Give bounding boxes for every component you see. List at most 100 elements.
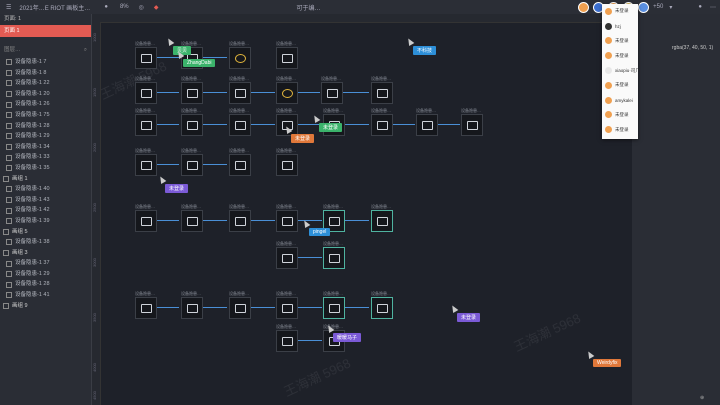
device-frame[interactable] bbox=[135, 210, 157, 232]
layer-group[interactable]: 画组 9 bbox=[0, 301, 91, 312]
device-frame[interactable] bbox=[181, 82, 203, 104]
device-frame[interactable] bbox=[276, 210, 298, 232]
layer-item[interactable]: 设备隐患-1 75 bbox=[0, 110, 91, 121]
fill-color-value[interactable]: rgba(37, 40, 50, 1) bbox=[672, 45, 713, 51]
frame-icon bbox=[6, 59, 12, 66]
avatar bbox=[605, 126, 612, 134]
zoom-controls[interactable]: ⊕ bbox=[700, 395, 704, 401]
frame-label: 设备隐患… bbox=[276, 108, 296, 113]
layer-item[interactable]: 设备隐患-1 33 bbox=[0, 152, 91, 163]
page-item-1[interactable]: 页面 1 bbox=[0, 25, 91, 37]
device-frame[interactable] bbox=[229, 82, 251, 104]
pages-header[interactable]: 页面: 1 bbox=[0, 14, 91, 25]
device-frame[interactable] bbox=[229, 154, 251, 176]
layer-search[interactable]: 图层… ⌕ bbox=[4, 45, 87, 55]
device-frame[interactable] bbox=[371, 210, 393, 232]
design-canvas[interactable]: 王海潮 5968 王海潮 5968 王海潮 5968 设备隐患… 设备隐患… 设备隐… bbox=[101, 22, 631, 405]
device-frame[interactable] bbox=[181, 297, 203, 319]
device-frame[interactable] bbox=[371, 297, 393, 319]
avatar[interactable] bbox=[578, 1, 590, 13]
device-frame[interactable] bbox=[276, 154, 298, 176]
device-frame[interactable] bbox=[276, 47, 298, 69]
collaborator-item[interactable]: amykalei bbox=[602, 93, 638, 108]
layer-item[interactable]: 设备隐患-1 37 bbox=[0, 258, 91, 269]
chevron-down-icon[interactable]: ▾ bbox=[669, 4, 672, 11]
device-frame[interactable] bbox=[321, 82, 343, 104]
record-icon[interactable]: ◆ bbox=[154, 4, 159, 11]
layer-item[interactable]: 设备隐患-1 39 bbox=[0, 216, 91, 227]
layer-item[interactable]: 设备隐患-1 28 bbox=[0, 121, 91, 132]
device-frame[interactable] bbox=[135, 297, 157, 319]
device-frame[interactable] bbox=[276, 82, 298, 104]
layer-item[interactable]: 设备隐患-1 35 bbox=[0, 163, 91, 174]
collaborator-item[interactable]: 未登录 bbox=[602, 108, 638, 123]
layer-group[interactable]: 画组 1 bbox=[0, 174, 91, 185]
device-frame[interactable] bbox=[135, 154, 157, 176]
layer-item[interactable]: 设备隐患-1 38 bbox=[0, 237, 91, 248]
device-frame[interactable] bbox=[229, 297, 251, 319]
layer-item[interactable]: 设备隐患-1 7 bbox=[0, 57, 91, 68]
device-frame[interactable] bbox=[323, 297, 345, 319]
layer-item[interactable]: 设备隐患-1 29 bbox=[0, 269, 91, 280]
device-frame[interactable] bbox=[135, 47, 157, 69]
device-frame[interactable] bbox=[276, 330, 298, 352]
device-frame[interactable] bbox=[181, 154, 203, 176]
device-frame[interactable] bbox=[323, 247, 345, 269]
device-frame[interactable] bbox=[416, 114, 438, 136]
collaborator-item[interactable]: 未登录 bbox=[602, 34, 638, 49]
layer-label: 设备隐患-1 28 bbox=[15, 122, 50, 129]
device-frame[interactable] bbox=[135, 114, 157, 136]
layer-label: 设备隐患-1 43 bbox=[15, 196, 50, 203]
layer-label: 设备隐患-1 38 bbox=[15, 239, 50, 246]
layer-item[interactable]: 设备隐患-1 8 bbox=[0, 68, 91, 79]
device-frame[interactable] bbox=[181, 114, 203, 136]
layer-item[interactable]: 设备隐患-1 43 bbox=[0, 195, 91, 206]
layers-sidebar: 页面: 1 页面 1 图层… ⌕ 设备隐患-1 7 设备隐患-1 8 设备隐患-1 … bbox=[0, 14, 92, 405]
device-frame[interactable] bbox=[229, 47, 251, 69]
collaborator-item[interactable]: 未登录 bbox=[602, 4, 638, 19]
more-icon[interactable]: ⋯ bbox=[710, 4, 716, 11]
layer-item[interactable]: 设备隐患-1 26 bbox=[0, 99, 91, 110]
collaborator-item[interactable]: xiaopiu·司几 bbox=[602, 63, 638, 78]
device-frame[interactable] bbox=[135, 82, 157, 104]
collaborator-item[interactable]: 未登录 bbox=[602, 48, 638, 63]
frame-icon bbox=[6, 122, 12, 129]
file-title[interactable]: 2021年…E RIOT 画板主… bbox=[19, 3, 90, 12]
device-frame[interactable] bbox=[276, 247, 298, 269]
canvas-mode-label[interactable]: 可于编… bbox=[296, 3, 320, 12]
menu-icon[interactable]: ☰ bbox=[6, 4, 11, 11]
device-frame[interactable] bbox=[371, 82, 393, 104]
ruler-mark: 4000 bbox=[92, 363, 97, 372]
layer-item[interactable]: 设备隐患-1 28 bbox=[0, 279, 91, 290]
zoom-level[interactable]: 8% bbox=[120, 4, 129, 10]
collaborator-item[interactable]: 未登录 bbox=[602, 122, 638, 137]
layer-group[interactable]: 画组 3 bbox=[0, 248, 91, 259]
comment-icon[interactable]: ◎ bbox=[139, 4, 144, 11]
collaborator-item[interactable]: hzj bbox=[602, 19, 638, 34]
device-frame[interactable] bbox=[371, 114, 393, 136]
user-icon[interactable]: ● bbox=[698, 4, 702, 10]
layer-item[interactable]: 设备隐患-1 20 bbox=[0, 89, 91, 100]
frame-icon bbox=[6, 197, 12, 204]
frame-label: 设备隐患… bbox=[371, 204, 391, 209]
search-input[interactable]: 图层… bbox=[4, 45, 21, 55]
device-frame[interactable] bbox=[276, 297, 298, 319]
frame-label: 设备隐患… bbox=[229, 108, 249, 113]
device-frame[interactable] bbox=[229, 210, 251, 232]
layer-item[interactable]: 设备隐患-1 42 bbox=[0, 205, 91, 216]
device-frame[interactable] bbox=[229, 114, 251, 136]
collaborator-item[interactable]: 未登录 bbox=[602, 78, 638, 93]
layer-item[interactable]: 设备隐患-1 22 bbox=[0, 78, 91, 89]
collaborator-count[interactable]: +50 bbox=[653, 4, 663, 10]
layer-item[interactable]: 设备隐患-1 41 bbox=[0, 290, 91, 301]
undo-icon[interactable]: ● bbox=[104, 4, 108, 10]
layer-item[interactable]: 设备隐患-1 34 bbox=[0, 142, 91, 153]
device-frame[interactable] bbox=[181, 210, 203, 232]
layer-item[interactable]: 设备隐患-1 29 bbox=[0, 131, 91, 142]
layer-group[interactable]: 画组 5 bbox=[0, 227, 91, 238]
search-icon[interactable]: ⌕ bbox=[84, 45, 87, 55]
layer-item[interactable]: 设备隐患-1 40 bbox=[0, 184, 91, 195]
avatar[interactable] bbox=[638, 1, 650, 13]
frame-icon bbox=[6, 239, 12, 246]
device-frame[interactable] bbox=[461, 114, 483, 136]
